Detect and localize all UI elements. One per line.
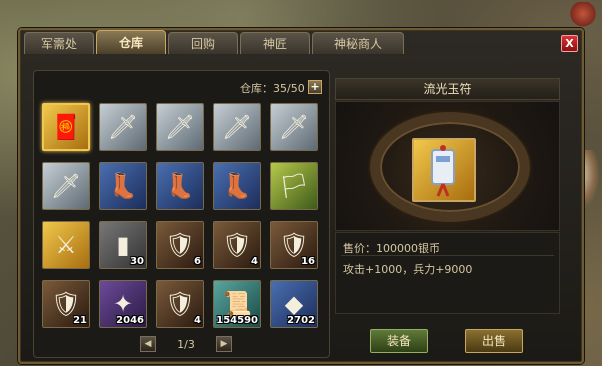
prev-page-button[interactable]: ◀ <box>140 336 156 352</box>
boots-icon: 👢 <box>100 163 146 209</box>
spear-icon: 🗡 <box>157 104 203 150</box>
spear-icon: 🗡 <box>43 163 89 209</box>
tab-mystery-merchant[interactable]: 神秘商人 <box>312 32 404 54</box>
inventory-slot[interactable]: 🗡 <box>42 162 90 210</box>
inventory-slot[interactable]: 👢 <box>99 162 147 210</box>
item-stats: 攻击+1000，兵力+9000 <box>343 263 473 276</box>
inventory-slot[interactable]: 🧧 <box>42 103 90 151</box>
inventory-slot[interactable]: 🛡 16 <box>270 221 318 269</box>
inventory-slot[interactable]: 🛡 21 <box>42 280 90 328</box>
pagination: ◀ 1/3 ▶ <box>140 336 232 352</box>
inventory-slot[interactable]: 🗡 <box>213 103 261 151</box>
inventory-slot[interactable]: 📜 154590 <box>213 280 261 328</box>
item-count: 4 <box>251 256 258 267</box>
next-page-button[interactable]: ▶ <box>216 336 232 352</box>
inventory-slot[interactable]: 🗡 <box>270 103 318 151</box>
capacity-display: 仓库：35/50 <box>240 81 305 95</box>
tab-quartermaster[interactable]: 军需处 <box>24 32 94 54</box>
tab-buyback[interactable]: 回购 <box>168 32 238 54</box>
inventory-slot[interactable]: 🗡 <box>156 103 204 151</box>
blade-icon: ⚔ <box>43 222 89 268</box>
inventory-slot[interactable]: 🛡 6 <box>156 221 204 269</box>
boots-icon: 👢 <box>214 163 260 209</box>
inventory-slot[interactable]: ▮ 30 <box>99 221 147 269</box>
item-price: 售价：100000银币 <box>343 242 440 255</box>
boots-icon: 👢 <box>157 163 203 209</box>
inventory-slot[interactable]: ◆ 2702 <box>270 280 318 328</box>
item-count: 30 <box>130 256 144 267</box>
inventory-slot[interactable]: ✦ 2046 <box>99 280 147 328</box>
inventory-slot[interactable]: 🛡 4 <box>156 280 204 328</box>
spear-icon: 🗡 <box>271 104 317 150</box>
close-button[interactable]: X <box>561 35 578 52</box>
tab-divine-smith[interactable]: 神匠 <box>240 32 310 54</box>
capacity-label: 仓库：35/50 <box>240 82 305 95</box>
item-count: 2046 <box>116 315 144 326</box>
item-count: 16 <box>301 256 315 267</box>
jade-talisman-icon: 🧧 <box>44 105 88 149</box>
jade-talisman-icon <box>412 138 476 202</box>
character-portrait-icon[interactable] <box>568 2 598 28</box>
sell-button[interactable]: 出售 <box>465 329 523 353</box>
banner-icon: 🏳 <box>271 163 317 209</box>
item-name-title: 流光玉符 <box>335 78 560 100</box>
equip-button[interactable]: 装备 <box>370 329 428 353</box>
page-indicator: 1/3 <box>177 337 195 351</box>
item-count: 21 <box>73 315 87 326</box>
divider <box>341 255 554 256</box>
item-count: 154590 <box>216 315 258 326</box>
tab-bar: 军需处 仓库 回购 神匠 神秘商人 <box>24 30 404 54</box>
item-count: 2702 <box>287 315 315 326</box>
inventory-slot[interactable]: 🛡 4 <box>213 221 261 269</box>
spear-icon: 🗡 <box>214 104 260 150</box>
inventory-slot[interactable]: 👢 <box>213 162 261 210</box>
inventory-slot[interactable]: 👢 <box>156 162 204 210</box>
item-count: 4 <box>194 315 201 326</box>
inventory-slot[interactable]: 🏳 <box>270 162 318 210</box>
spear-icon: 🗡 <box>100 104 146 150</box>
tab-warehouse[interactable]: 仓库 <box>96 30 166 54</box>
inventory-slot[interactable]: ⚔ <box>42 221 90 269</box>
inventory-slot[interactable]: 🗡 <box>99 103 147 151</box>
inventory-grid: 🧧 🗡 🗡 🗡 🗡 🗡 👢 👢 👢 🏳 ⚔ ▮ 30 🛡 6 🛡 4 🛡 16 🛡 21 ✦ 2046 🛡 4 📜 154590 ◆ 2… <box>42 103 326 328</box>
item-count: 6 <box>194 256 201 267</box>
expand-capacity-button[interactable]: + <box>308 80 322 94</box>
